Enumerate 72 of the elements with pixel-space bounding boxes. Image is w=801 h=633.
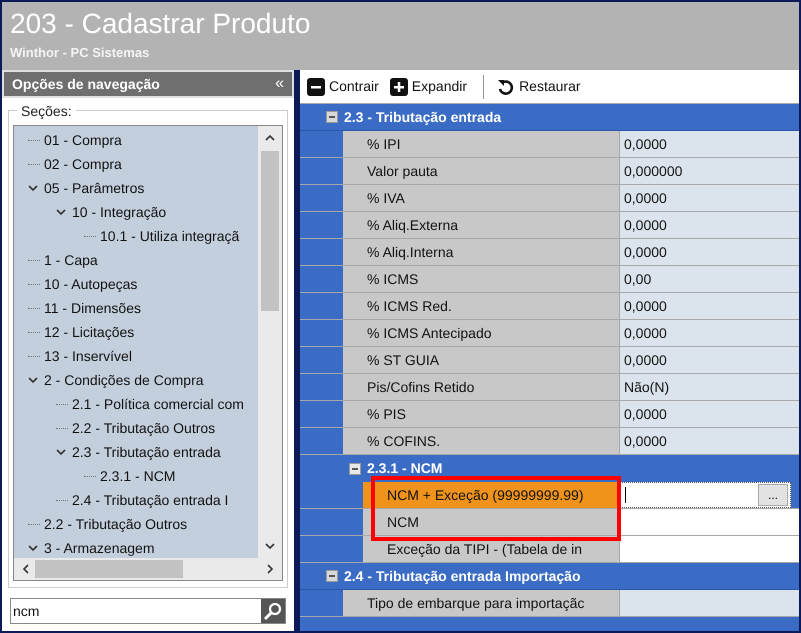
tree-item[interactable]: 2.3 - Tributação entrada [70, 442, 221, 462]
scroll-right-icon[interactable] [267, 564, 274, 574]
property-label[interactable]: % PIS [343, 401, 620, 427]
tree-item[interactable]: 2.3.1 - NCM [98, 466, 176, 486]
toolbar-button[interactable]: Contrair [306, 76, 383, 97]
property-label[interactable]: % ICMS Antecipado [343, 320, 620, 346]
property-value[interactable]: 0,0000 [620, 401, 799, 427]
chevron-down-icon[interactable] [28, 544, 38, 552]
property-value[interactable]: 0,0000 [620, 212, 799, 238]
property-value[interactable]: 0,0000 [620, 347, 799, 373]
property-label[interactable]: % IPI [343, 131, 620, 157]
property-label[interactable]: Valor pauta [343, 158, 620, 184]
tree-item[interactable]: 2.2 - Tributação Outros [70, 418, 216, 438]
tree-item[interactable]: 01 - Compra [42, 130, 122, 150]
collapse-box-icon[interactable] [326, 111, 338, 123]
search-field[interactable]: ncm [10, 598, 286, 624]
window-subtitle: Winthor - PC Sistemas [10, 44, 150, 62]
scroll-down-icon[interactable] [265, 543, 275, 550]
property-label[interactable]: % Aliq.Interna [343, 239, 620, 265]
property-label[interactable]: Pis/Cofins Retido [343, 374, 620, 400]
scroll-left-icon[interactable] [22, 564, 29, 574]
property-value[interactable]: 0,0000 [620, 320, 799, 346]
chevron-down-icon[interactable] [28, 376, 38, 384]
collapse-panel-button[interactable]: « [275, 76, 284, 92]
tree-item[interactable]: 11 - Dimensões [42, 298, 142, 318]
tree-item[interactable]: 13 - Inservível [42, 346, 132, 366]
tree-item[interactable]: 2.4 - Tributação entrada I [70, 490, 228, 510]
property-value[interactable]: 0,0000 [620, 131, 799, 157]
tree-item[interactable]: 10.1 - Utiliza integraçã [98, 226, 240, 246]
property-label[interactable]: % IVA [343, 185, 620, 211]
window-title: 203 - Cadastrar Produto [10, 8, 312, 40]
search-icon[interactable] [261, 599, 285, 623]
property-label[interactable]: Tipo de embarque para importaçãc [343, 590, 620, 616]
tree-item[interactable]: 1 - Capa [42, 250, 98, 270]
tree-item[interactable]: 10 - Autopeças [42, 274, 138, 294]
property-value[interactable]: 0,0000 [620, 428, 799, 454]
tree-item[interactable]: 02 - Compra [42, 154, 122, 174]
tree-item[interactable]: 12 - Licitações [42, 322, 134, 342]
toolbar-button[interactable]: Expandir [388, 76, 472, 97]
plus-icon [388, 76, 409, 96]
panel-title: Opções de navegação [12, 74, 160, 94]
lookup-field[interactable]: ... [620, 482, 791, 508]
tree-item[interactable]: 2 - Condições de Compra [42, 370, 204, 390]
property-label[interactable]: % ICMS [343, 266, 620, 292]
property-label[interactable]: % Aliq.Externa [343, 212, 620, 238]
tree-item[interactable]: 3 - Armazenagem [42, 538, 154, 558]
minus-icon [306, 76, 326, 96]
property-label[interactable]: % COFINS. [343, 428, 620, 454]
property-value[interactable]: 0,0000 [620, 293, 799, 319]
horizontal-scrollbar[interactable] [14, 558, 282, 580]
tree-item[interactable]: 05 - Parâmetros [42, 178, 144, 198]
ellipsis-button[interactable]: ... [758, 484, 788, 506]
chevron-down-icon[interactable] [56, 448, 66, 456]
property-value[interactable]: 0,0000 [620, 185, 799, 211]
chevron-down-icon[interactable] [56, 208, 66, 216]
property-value[interactable]: 0,0000 [620, 239, 799, 265]
property-value[interactable]: 0,00 [620, 266, 799, 292]
property-value[interactable]: Não(N) [620, 374, 799, 400]
property-label[interactable]: % ST GUIA [343, 347, 620, 373]
collapse-box-icon[interactable] [326, 570, 338, 582]
scroll-up-icon[interactable] [265, 134, 275, 141]
chevron-down-icon[interactable] [28, 184, 38, 192]
toolbar-button[interactable]: Restaurar [496, 76, 585, 97]
tree-item[interactable]: 2.2 - Tributação Outros [42, 514, 188, 534]
property-label[interactable]: NCM + Exceção (99999999.99) [363, 482, 620, 508]
property-value[interactable]: 0,000000 [620, 158, 799, 184]
tree-item[interactable]: 2.1 - Política comercial com [70, 394, 244, 414]
property-label[interactable]: % ICMS Red. [343, 293, 620, 319]
property-label[interactable]: NCM [363, 509, 620, 535]
tree-item[interactable]: 10 - Integração [70, 202, 166, 222]
vertical-scrollbar[interactable] [258, 126, 282, 558]
collapse-box-icon[interactable] [349, 462, 361, 474]
